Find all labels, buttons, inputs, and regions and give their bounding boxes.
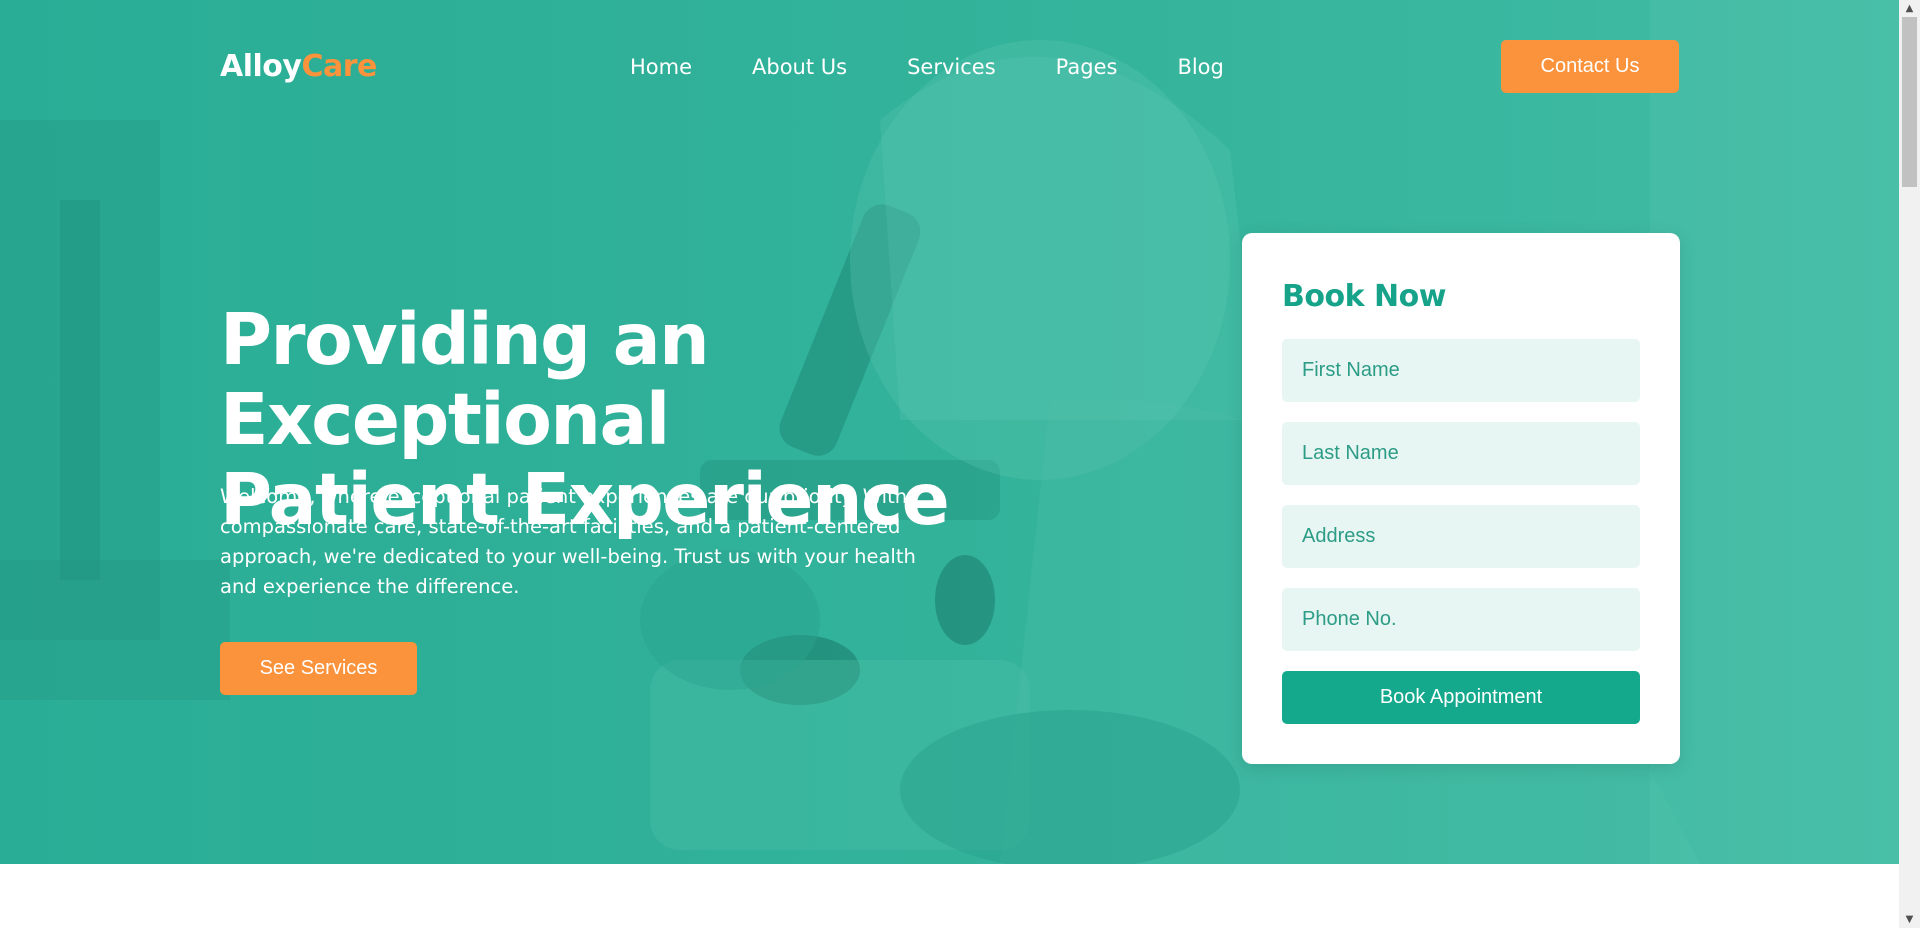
triangle-down-icon[interactable]: ▼: [1899, 911, 1920, 928]
main-nav: Home About Us Services Pages Blog: [630, 52, 1224, 82]
scrollbar-thumb[interactable]: [1902, 17, 1917, 187]
brand-name-part2: Care: [301, 49, 377, 84]
nav-item-blog[interactable]: Blog: [1177, 52, 1223, 82]
nav-item-about-us[interactable]: About Us: [752, 52, 847, 82]
triangle-up-icon[interactable]: ▲: [1899, 0, 1920, 17]
hero-headline-line1: Providing an Exceptional: [220, 298, 710, 461]
nav-item-services[interactable]: Services: [907, 52, 996, 82]
nav-item-home[interactable]: Home: [630, 52, 692, 82]
hero-section: AlloyCare Home About Us Services Pages B…: [0, 0, 1899, 864]
page: AlloyCare Home About Us Services Pages B…: [0, 0, 1920, 928]
booking-form-card: Book Now Book Appointment: [1242, 233, 1680, 764]
nav-item-pages[interactable]: Pages: [1056, 52, 1118, 82]
contact-us-button[interactable]: Contact Us: [1501, 40, 1679, 93]
brand-logo[interactable]: AlloyCare: [220, 47, 377, 87]
phone-input[interactable]: [1282, 588, 1640, 651]
book-appointment-button[interactable]: Book Appointment: [1282, 671, 1640, 724]
see-services-button[interactable]: See Services: [220, 642, 417, 695]
hero-lead-text: Welcome, where exceptional patient exper…: [220, 485, 916, 598]
booking-title: Book Now: [1282, 279, 1446, 314]
last-name-input[interactable]: [1282, 422, 1640, 485]
brand-name-part1: Alloy: [220, 49, 302, 84]
first-name-input[interactable]: [1282, 339, 1640, 402]
vertical-scrollbar[interactable]: ▲ ▼: [1899, 0, 1920, 928]
address-input[interactable]: [1282, 505, 1640, 568]
